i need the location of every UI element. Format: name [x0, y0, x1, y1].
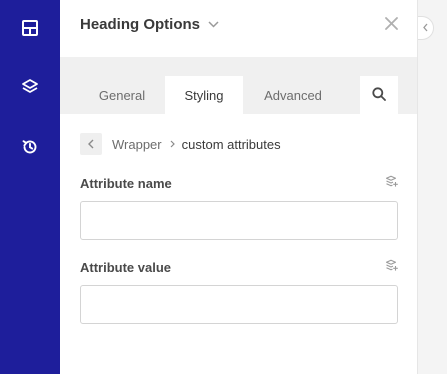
close-icon	[384, 17, 398, 35]
panel-header: Heading Options	[60, 0, 417, 57]
history-button[interactable]	[0, 119, 60, 175]
layers-icon	[21, 78, 39, 96]
breadcrumb: Wrapper custom attributes	[80, 133, 281, 155]
tab-styling[interactable]: Styling	[165, 76, 243, 114]
close-button[interactable]	[381, 16, 401, 36]
breadcrumb-current: custom attributes	[181, 136, 281, 152]
panel-title-dropdown[interactable]: Heading Options	[80, 16, 219, 33]
chevron-down-icon	[208, 21, 219, 28]
search-icon	[372, 86, 386, 104]
chevron-right-icon	[170, 140, 175, 148]
search-button[interactable]	[360, 76, 398, 114]
attribute-name-label: Attribute name	[80, 176, 172, 191]
canvas-edge	[417, 0, 447, 374]
options-panel: Heading Options General Styling Advanced	[60, 0, 417, 374]
back-button[interactable]	[80, 133, 102, 155]
layout-grid-icon	[22, 20, 38, 36]
layout-button[interactable]	[0, 0, 60, 56]
dynamic-tags-button[interactable]	[384, 175, 398, 193]
tab-general[interactable]: General	[80, 76, 164, 114]
attribute-name-input[interactable]	[80, 201, 398, 240]
breadcrumb-parent[interactable]: Wrapper	[112, 137, 162, 152]
tab-advanced[interactable]: Advanced	[244, 76, 342, 114]
attribute-value-input[interactable]	[80, 285, 398, 324]
left-toolbar	[0, 0, 60, 374]
navigator-button[interactable]	[0, 59, 60, 115]
dynamic-tags-button[interactable]	[384, 259, 398, 277]
collapse-panel-button[interactable]	[418, 16, 434, 40]
attribute-value-label: Attribute value	[80, 260, 172, 275]
chevron-left-icon	[423, 19, 428, 37]
dynamic-tags-icon	[385, 259, 398, 277]
chevron-left-icon	[88, 137, 94, 152]
tab-bar: General Styling Advanced	[60, 57, 417, 114]
panel-title: Heading Options	[80, 16, 200, 33]
dynamic-tags-icon	[385, 175, 398, 193]
history-icon	[21, 138, 39, 156]
